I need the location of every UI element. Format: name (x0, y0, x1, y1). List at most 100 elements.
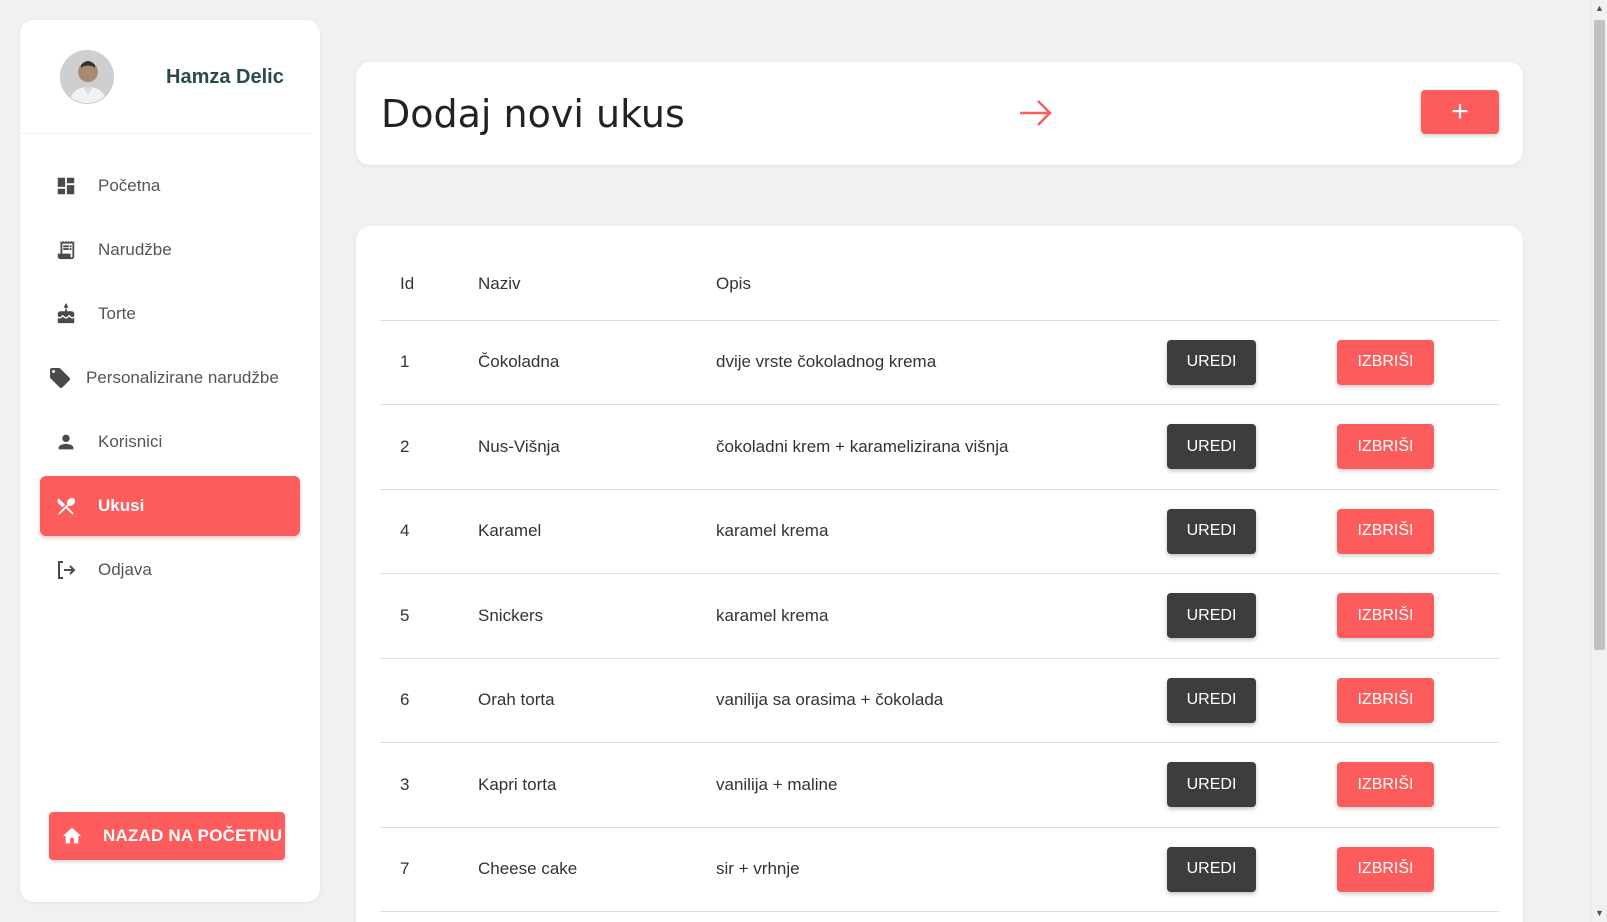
delete-button[interactable]: IZBRIŠI (1337, 508, 1434, 554)
cell-naziv: Orah torta (478, 658, 716, 743)
sidebar-item-label: Torte (98, 304, 136, 323)
column-header-opis: Opis (716, 248, 1166, 321)
scroll-down-icon[interactable]: ▼ (1591, 905, 1607, 922)
table-row: 3 Kapri torta vanilija + maline UREDI IZ… (380, 742, 1499, 828)
cell-edit: UREDI (1166, 827, 1336, 912)
sidebar-item-label: Ukusi (98, 496, 145, 515)
delete-button[interactable]: IZBRIŠI (1337, 593, 1434, 639)
table-row: 1 Čokoladna dvije vrste čokoladnog krema… (380, 320, 1499, 405)
cell-id: 3 (380, 742, 478, 828)
column-header-edit (1166, 248, 1336, 321)
table-row: 5 Snickers karamel krema UREDI IZBRIŠI (380, 573, 1499, 659)
person-icon (54, 430, 78, 454)
table-row: 7 Cheese cake sir + vrhnje UREDI IZBRIŠI (380, 827, 1499, 912)
cell-opis: vanilija + maline (716, 742, 1166, 828)
cell-opis: vanilija sa orasima + čokolada (716, 658, 1166, 743)
cell-opis: karamel krema (716, 489, 1166, 574)
back-home-button[interactable]: NAZAD NA POČETNU (49, 812, 285, 860)
cell-edit: UREDI (1166, 658, 1336, 743)
edit-button[interactable]: UREDI (1167, 677, 1256, 723)
cell-opis: karamel krema (716, 573, 1166, 659)
edit-button[interactable]: UREDI (1167, 762, 1256, 808)
user-name: Hamza Delic (166, 66, 284, 88)
table-row: 4 Karamel karamel krema UREDI IZBRIŠI (380, 489, 1499, 574)
tag-icon (48, 366, 72, 390)
sidebar-item-label: Narudžbe (98, 240, 172, 259)
sidebar-item-label: Odjava (98, 560, 152, 579)
sidebar: Hamza Delic Početna Narudžbe Torte Perso… (20, 20, 320, 902)
cell-id: 5 (380, 573, 478, 659)
cell-id: 7 (380, 827, 478, 912)
sidebar-item-narudzbe[interactable]: Narudžbe (40, 220, 300, 280)
sidebar-item-label: Početna (98, 176, 161, 195)
sidebar-item-odjava[interactable]: Odjava (40, 540, 300, 600)
cell-delete: IZBRIŠI (1336, 404, 1499, 490)
avatar[interactable] (60, 50, 114, 104)
cell-opis: sir + vrhnje (716, 827, 1166, 912)
sidebar-item-label: Personalizirane narudžbe (86, 368, 279, 387)
cake-icon (54, 302, 78, 326)
cell-edit: UREDI (1166, 573, 1336, 659)
table-row: 2 Nus-Višnja čokoladni krem + karamelizi… (380, 404, 1499, 490)
delete-button[interactable]: IZBRIŠI (1337, 677, 1434, 723)
cell-delete: IZBRIŠI (1336, 320, 1499, 405)
dashboard-icon (54, 174, 78, 198)
add-flavor-card: Dodaj novi ukus + (356, 62, 1523, 165)
delete-button[interactable]: IZBRIŠI (1337, 339, 1434, 385)
cell-edit: UREDI (1166, 404, 1336, 490)
back-home-label: NAZAD NA POČETNU (103, 826, 283, 845)
logout-icon (54, 558, 78, 582)
avatar-image (61, 51, 113, 103)
cell-id: 6 (380, 658, 478, 743)
scroll-up-icon[interactable]: ▲ (1591, 0, 1607, 17)
cell-delete: IZBRIŠI (1336, 658, 1499, 743)
cell-naziv: Nus-Višnja (478, 404, 716, 490)
flavors-table: Id Naziv Opis 1 Čokoladna dvije vrste čo… (380, 248, 1499, 912)
profile-header: Hamza Delic (20, 20, 312, 134)
scroll-thumb[interactable] (1594, 20, 1605, 650)
edit-button[interactable]: UREDI (1167, 508, 1256, 554)
edit-button[interactable]: UREDI (1167, 846, 1256, 892)
cell-opis: dvije vrste čokoladnog krema (716, 320, 1166, 405)
cell-naziv: Čokoladna (478, 320, 716, 405)
utensils-icon (54, 494, 78, 518)
cell-naziv: Cheese cake (478, 827, 716, 912)
cell-delete: IZBRIŠI (1336, 573, 1499, 659)
edit-button[interactable]: UREDI (1167, 424, 1256, 470)
cell-opis: čokoladni krem + karamelizirana višnja (716, 404, 1166, 490)
add-flavor-button[interactable]: + (1421, 90, 1499, 134)
flavors-table-card: Id Naziv Opis 1 Čokoladna dvije vrste čo… (356, 226, 1523, 922)
cell-edit: UREDI (1166, 320, 1336, 405)
cell-delete: IZBRIŠI (1336, 489, 1499, 574)
cell-delete: IZBRIŠI (1336, 742, 1499, 828)
sidebar-item-korisnici[interactable]: Korisnici (40, 412, 300, 472)
sidebar-item-label: Korisnici (98, 432, 163, 451)
column-header-id: Id (380, 248, 478, 321)
sidebar-item-torte[interactable]: Torte (40, 284, 300, 344)
delete-button[interactable]: IZBRIŠI (1337, 762, 1434, 808)
cell-naziv: Karamel (478, 489, 716, 574)
sidebar-item-pocetna[interactable]: Početna (40, 156, 300, 216)
column-header-delete (1336, 248, 1499, 321)
table-header-row: Id Naziv Opis (380, 248, 1499, 321)
cell-delete: IZBRIŠI (1336, 827, 1499, 912)
home-icon (61, 825, 83, 847)
receipt-icon (54, 238, 78, 262)
column-header-naziv: Naziv (478, 248, 716, 321)
sidebar-item-ukusi[interactable]: Ukusi (40, 476, 300, 536)
cell-edit: UREDI (1166, 742, 1336, 828)
page-title: Dodaj novi ukus (381, 92, 685, 136)
delete-button[interactable]: IZBRIŠI (1337, 846, 1434, 892)
delete-button[interactable]: IZBRIŠI (1337, 424, 1434, 470)
edit-button[interactable]: UREDI (1167, 593, 1256, 639)
cell-id: 1 (380, 320, 478, 405)
edit-button[interactable]: UREDI (1167, 339, 1256, 385)
page-scrollbar[interactable]: ▲ ▼ (1590, 0, 1607, 922)
cell-naziv: Kapri torta (478, 742, 716, 828)
sidebar-nav: Početna Narudžbe Torte Personalizirane n… (20, 156, 320, 604)
plus-icon: + (1451, 95, 1469, 128)
cell-edit: UREDI (1166, 489, 1336, 574)
cell-id: 2 (380, 404, 478, 490)
table-row: 6 Orah torta vanilija sa orasima + čokol… (380, 658, 1499, 743)
sidebar-item-personalizirane-narudzbe[interactable]: Personalizirane narudžbe (40, 348, 300, 408)
